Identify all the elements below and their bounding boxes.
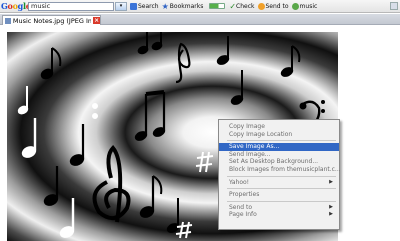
- tab-music-notes[interactable]: Music Notes.jpg (JPEG Imag ×: [2, 15, 101, 25]
- bookmarks-button[interactable]: ★ Bookmarks: [161, 1, 204, 11]
- menu-separator: [227, 200, 336, 202]
- menu-separator: [227, 175, 336, 177]
- image-file-icon: [5, 17, 11, 24]
- tab-title: Music Notes.jpg (JPEG Imag: [12, 16, 92, 25]
- submenu-arrow-icon: ▶: [329, 203, 333, 210]
- search-icon: [130, 2, 137, 10]
- menu-separator: [227, 188, 336, 190]
- send-to-button[interactable]: Send to: [257, 2, 289, 10]
- search-input[interactable]: music: [28, 1, 114, 11]
- check-button[interactable]: ✓ Check: [229, 1, 254, 11]
- menu-item-page-info[interactable]: Page Info ▶: [219, 211, 339, 219]
- google-logo[interactable]: Google: [1, 1, 31, 11]
- submenu-arrow-icon: ▶: [329, 178, 333, 185]
- menu-item-copy-image[interactable]: Copy Image: [219, 123, 339, 131]
- tab-strip: Music Notes.jpg (JPEG Imag ×: [0, 14, 400, 25]
- menu-item-send-to[interactable]: Send to ▶: [219, 204, 339, 212]
- menu-item-copy-image-location[interactable]: Copy Image Location: [219, 131, 339, 139]
- pagerank-button[interactable]: [206, 3, 226, 9]
- close-tab-icon[interactable]: ×: [93, 17, 100, 24]
- settings-icon[interactable]: [390, 2, 398, 10]
- spellcheck-icon: ✓: [229, 1, 237, 11]
- menu-separator: [227, 140, 336, 142]
- highlight-icon: [291, 2, 299, 10]
- menu-item-send-image[interactable]: Send Image...: [219, 151, 339, 159]
- menu-item-block-images[interactable]: Block Images from themusicplant.c...: [219, 166, 341, 174]
- menu-item-save-image-as[interactable]: Save Image As...: [219, 143, 339, 151]
- google-toolbar: Google music ▾ Search ★ Bookmarks ✓ Chec…: [0, 0, 400, 13]
- context-menu: Copy Image Copy Image Location Save Imag…: [218, 119, 341, 230]
- send-icon: [257, 2, 265, 10]
- submenu-arrow-icon: ▶: [329, 211, 333, 218]
- menu-item-set-desktop-background[interactable]: Set As Desktop Background...: [219, 158, 339, 166]
- star-icon: ★: [161, 1, 169, 11]
- search-dropdown-button[interactable]: ▾: [115, 1, 127, 11]
- highlight-music-button[interactable]: music: [291, 2, 317, 10]
- pagerank-icon: [209, 3, 226, 9]
- search-button[interactable]: Search: [130, 2, 159, 10]
- menu-item-properties[interactable]: Properties: [219, 191, 339, 199]
- menu-item-yahoo[interactable]: Yahoo! ▶: [219, 179, 339, 187]
